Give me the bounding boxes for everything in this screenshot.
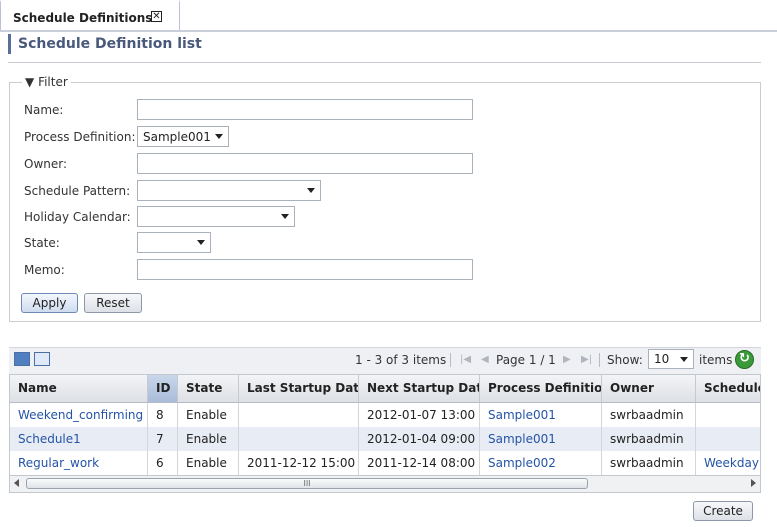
table-row[interactable]: Weekend_confirming 8 Enable 2012-01-07 1… <box>10 403 760 427</box>
cell-state: Enable <box>178 427 239 451</box>
owner-label: Owner: <box>24 157 68 171</box>
cell-id: 8 <box>148 403 178 427</box>
schedule-pattern-label: Schedule Pattern: <box>24 184 131 198</box>
scroll-left-icon[interactable] <box>14 479 19 487</box>
page-size-select[interactable]: 10 <box>648 349 694 369</box>
process-definition-value: Sample001 <box>143 130 211 144</box>
chevron-down-icon <box>307 188 315 193</box>
process-definition-select[interactable]: Sample001 <box>137 126 229 147</box>
schedule-pattern-select[interactable] <box>137 180 321 201</box>
cell-schedule-pattern[interactable] <box>696 403 760 427</box>
column-header-name[interactable]: Name <box>10 375 148 402</box>
cell-id: 7 <box>148 427 178 451</box>
chevron-down-icon <box>281 214 289 219</box>
cell-last-startup <box>239 427 359 451</box>
table-row[interactable]: Regular_work 6 Enable 2011-12-12 15:00 2… <box>10 451 760 475</box>
last-page-icon[interactable]: ▶| <box>581 354 592 365</box>
first-page-icon[interactable]: |◀ <box>460 354 471 365</box>
column-header-id[interactable]: ID <box>148 375 178 402</box>
column-header-owner[interactable]: Owner <box>602 375 696 402</box>
cell-next-startup: 2012-01-04 09:00 <box>359 427 480 451</box>
column-header-schedule-pattern[interactable]: Schedule Pattern <box>696 375 760 402</box>
table-row[interactable]: Schedule1 7 Enable 2012-01-04 09:00 Samp… <box>10 427 760 451</box>
chevron-down-icon <box>680 357 688 362</box>
cell-name[interactable]: Schedule1 <box>10 427 148 451</box>
filter-legend-label: Filter <box>38 75 68 89</box>
column-header-last-startup[interactable]: Last Startup Date <box>239 375 359 402</box>
column-header-next-startup[interactable]: Next Startup Date <box>359 375 480 402</box>
triangle-down-icon: ▼ <box>25 75 35 89</box>
tab-schedule-definitions[interactable]: Schedule Definitions ✕ <box>0 0 180 30</box>
column-header-process-definition[interactable]: Process Definition <box>480 375 602 402</box>
detail-view-icon[interactable] <box>34 352 50 366</box>
page-title: Schedule Definition list <box>8 34 202 54</box>
cell-owner: swrbaadmin <box>602 451 696 475</box>
cell-next-startup: 2012-01-07 13:00 <box>359 403 480 427</box>
pager-divider <box>599 353 600 367</box>
cell-owner: swrbaadmin <box>602 403 696 427</box>
reset-button[interactable]: Reset <box>84 293 142 313</box>
process-definition-label: Process Definition: <box>24 130 136 144</box>
name-input[interactable] <box>137 99 473 120</box>
cell-next-startup: 2011-12-14 08:00 <box>359 451 480 475</box>
scroll-thumb[interactable]: III <box>26 478 588 489</box>
memo-label: Memo: <box>24 263 65 277</box>
holiday-calendar-select[interactable] <box>137 206 295 227</box>
tab-label: Schedule Definitions <box>13 11 153 25</box>
memo-input[interactable] <box>137 259 473 280</box>
apply-button[interactable]: Apply <box>21 293 78 313</box>
items-label: items <box>699 353 733 367</box>
cell-process-definition[interactable]: Sample001 <box>480 427 602 451</box>
table-header: Name ID State Last Startup Date Next Sta… <box>10 375 760 403</box>
cell-process-definition[interactable]: Sample002 <box>480 451 602 475</box>
prev-page-icon[interactable]: ◀ <box>481 354 489 365</box>
cell-name[interactable]: Regular_work <box>10 451 148 475</box>
create-button[interactable]: Create <box>693 501 753 521</box>
next-page-icon[interactable]: ▶ <box>563 354 571 365</box>
schedule-table: Name ID State Last Startup Date Next Sta… <box>9 374 761 476</box>
cell-state: Enable <box>178 403 239 427</box>
pager-page: Page 1 / 1 <box>496 353 556 367</box>
horizontal-scrollbar[interactable]: III <box>9 476 761 493</box>
cell-schedule-pattern[interactable] <box>696 427 760 451</box>
name-label: Name: <box>24 103 64 117</box>
scroll-right-icon[interactable] <box>751 479 756 487</box>
chevron-down-icon <box>197 240 205 245</box>
state-label: State: <box>24 236 60 250</box>
cell-state: Enable <box>178 451 239 475</box>
cell-last-startup <box>239 403 359 427</box>
cell-id: 6 <box>148 451 178 475</box>
pager-range: 1 - 3 of 3 items <box>355 353 447 367</box>
page-size-value: 10 <box>654 352 670 366</box>
state-select[interactable] <box>137 232 211 253</box>
column-header-state[interactable]: State <box>178 375 239 402</box>
cell-owner: swrbaadmin <box>602 427 696 451</box>
chevron-down-icon <box>215 134 223 139</box>
cell-process-definition[interactable]: Sample001 <box>480 403 602 427</box>
cell-last-startup: 2011-12-12 15:00 <box>239 451 359 475</box>
owner-input[interactable] <box>137 153 473 174</box>
holiday-calendar-label: Holiday Calendar: <box>24 210 131 224</box>
show-label: Show: <box>607 353 643 367</box>
cell-schedule-pattern[interactable]: Weekday <box>696 451 760 475</box>
refresh-icon[interactable]: ↻ <box>735 350 754 369</box>
cell-name[interactable]: Weekend_confirming <box>10 403 148 427</box>
title-divider <box>8 62 761 63</box>
filter-toggle[interactable]: ▼ Filter <box>22 75 71 89</box>
pager-divider <box>450 353 451 367</box>
close-icon[interactable]: ✕ <box>151 11 162 22</box>
list-view-icon[interactable] <box>14 352 30 366</box>
